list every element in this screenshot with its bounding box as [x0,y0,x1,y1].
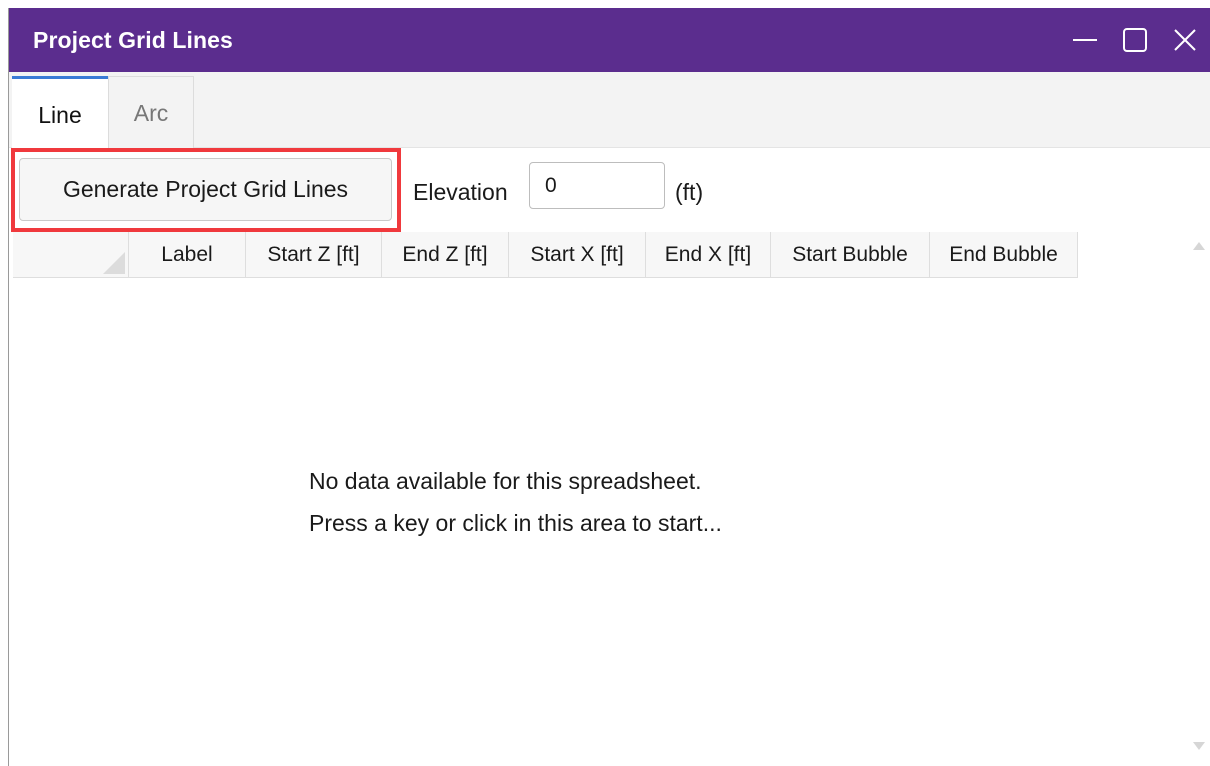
column-header-end-bubble[interactable]: End Bubble [930,232,1078,278]
tab-strip: Line Arc [9,72,1210,148]
maximize-icon[interactable] [1117,22,1153,58]
toolbar: Generate Project Grid Lines Elevation 0 … [9,148,1210,232]
elevation-input[interactable]: 0 [529,162,665,209]
select-all-corner[interactable] [13,232,129,278]
column-header-start-x[interactable]: Start X [ft] [509,232,646,278]
tab-arc[interactable]: Arc [108,76,194,148]
empty-state-line-1: No data available for this spreadsheet. [309,468,702,494]
elevation-label: Elevation [413,179,508,205]
spreadsheet[interactable]: Label Start Z [ft] End Z [ft] Start X [f… [9,232,1210,766]
tab-line[interactable]: Line [12,76,108,148]
title-bar: Project Grid Lines [9,8,1210,72]
column-header-label[interactable]: Label [129,232,246,278]
empty-state-line-2: Press a key or click in this area to sta… [309,510,722,536]
generate-project-grid-lines-button[interactable]: Generate Project Grid Lines [19,158,392,221]
close-icon[interactable] [1167,22,1203,58]
vertical-scrollbar[interactable] [1185,232,1210,766]
spreadsheet-header-row: Label Start Z [ft] End Z [ft] Start X [f… [13,232,1078,278]
empty-state-message[interactable]: No data available for this spreadsheet. … [309,460,722,544]
window-title: Project Grid Lines [33,27,233,53]
minimize-icon[interactable] [1067,22,1103,58]
column-header-start-bubble[interactable]: Start Bubble [771,232,930,278]
column-header-end-z[interactable]: End Z [ft] [382,232,509,278]
scroll-up-icon[interactable] [1193,242,1205,250]
project-grid-lines-window: Project Grid Lines Line Arc Generate Pro… [8,8,1210,766]
column-header-end-x[interactable]: End X [ft] [646,232,771,278]
elevation-unit-label: (ft) [675,179,704,205]
column-header-start-z[interactable]: Start Z [ft] [246,232,382,278]
corner-triangle-icon [103,252,125,274]
scroll-down-icon[interactable] [1193,742,1205,750]
